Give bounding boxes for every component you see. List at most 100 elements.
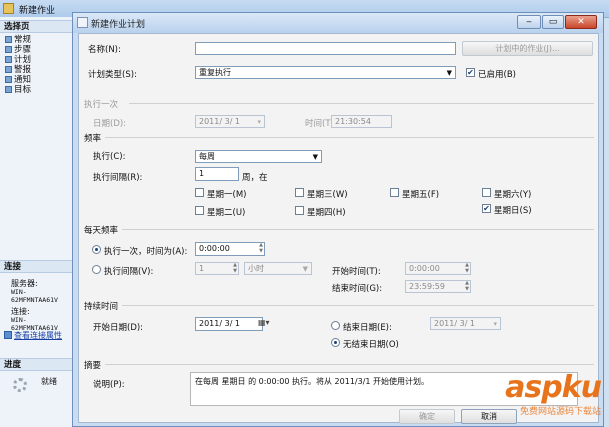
start-time-input[interactable]: 0:00:00: [405, 262, 471, 275]
schedule-type-select[interactable]: 重复执行 ▼: [195, 66, 456, 79]
ok-button[interactable]: 确定: [399, 409, 455, 424]
enabled-checkbox[interactable]: ✔: [466, 68, 475, 77]
occurs-every-unit-select[interactable]: 小时 ▼: [244, 262, 312, 275]
occurs-once-radio[interactable]: [92, 245, 101, 254]
recurs-every-label: 执行间隔(R):: [93, 173, 143, 183]
divider: [105, 364, 594, 365]
friday-checkbox[interactable]: [390, 188, 399, 197]
jobs-in-schedule-button[interactable]: 计划中的作业(J)...: [462, 41, 593, 56]
one-time-time-input[interactable]: 21:30:54: [331, 115, 392, 128]
wednesday-label: 星期三(W): [307, 190, 348, 200]
page-item-schedules[interactable]: 计划: [5, 55, 31, 65]
start-time-label: 开始时间(T):: [332, 267, 381, 277]
watermark-logo: aspku: [505, 370, 602, 405]
job-icon: [3, 3, 14, 14]
summary-header: 摘要: [84, 361, 102, 371]
end-time-input[interactable]: 23:59:59: [405, 280, 471, 293]
end-date-picker[interactable]: 2011/ 3/ 1 ▾: [430, 317, 501, 330]
occurs-label: 执行(C):: [93, 152, 126, 162]
schedule-type-label: 计划类型(S):: [88, 70, 137, 80]
server-value: WIN-62MFMNTAA61V: [11, 288, 58, 304]
close-button[interactable]: ✕: [565, 15, 597, 29]
enabled-label: 已启用(B): [478, 70, 516, 80]
page-item-alerts[interactable]: 警报: [5, 65, 31, 75]
tuesday-label: 星期二(U): [207, 208, 246, 218]
one-time-header: 执行一次: [84, 100, 119, 110]
minimize-button[interactable]: ‒: [517, 15, 541, 29]
dialog-body: 名称(N): 计划中的作业(J)... 计划类型(S): 重复执行 ▼ ✔ 已启用…: [78, 33, 599, 424]
end-date-label: 结束日期(E):: [343, 323, 392, 333]
wednesday-checkbox[interactable]: [295, 188, 304, 197]
no-end-date-label: 无结束日期(O): [343, 340, 399, 350]
spinner-icon[interactable]: ▲ ▼: [257, 242, 265, 255]
divider: [129, 103, 594, 104]
one-time-date-label: 日期(D):: [93, 119, 127, 129]
connection-header: 连接: [0, 260, 72, 273]
daily-frequency-header: 每天频率: [84, 226, 119, 236]
name-input[interactable]: [195, 42, 456, 55]
end-time-label: 结束时间(G):: [332, 284, 383, 294]
select-page-header: 选择页: [0, 20, 72, 33]
thursday-checkbox[interactable]: [295, 206, 304, 215]
recurs-every-input[interactable]: 1: [195, 167, 239, 181]
dialog-title: 新建作业计划: [91, 20, 146, 30]
page-icon: [5, 66, 12, 73]
spinner-icon[interactable]: ▲ ▼: [463, 262, 471, 275]
occurs-every-radio[interactable]: [92, 265, 101, 274]
tuesday-checkbox[interactable]: [195, 206, 204, 215]
spinner-icon[interactable]: ▲ ▼: [463, 280, 471, 293]
start-date-label: 开始日期(D):: [93, 323, 144, 333]
occurs-once-time-input[interactable]: 0:00:00: [195, 242, 265, 256]
divider: [122, 229, 594, 230]
end-date-radio[interactable]: [331, 321, 340, 330]
occurs-select[interactable]: 每周 ▼: [195, 150, 322, 163]
chevron-down-icon: ▼: [446, 69, 452, 77]
divider: [105, 137, 594, 138]
maximize-button[interactable]: ▭: [542, 15, 564, 29]
start-date-picker[interactable]: 2011/ 3/ 1: [195, 317, 263, 331]
name-label: 名称(N):: [88, 45, 121, 55]
calendar-dropdown-icon: ▾: [257, 118, 261, 126]
monday-checkbox[interactable]: [195, 188, 204, 197]
dialog-title-bar: 新建作业计划 ‒ ▭ ✕: [73, 13, 603, 33]
page-item-general[interactable]: 常规: [5, 35, 31, 45]
chevron-down-icon: ▼: [312, 153, 318, 161]
saturday-label: 星期六(Y): [494, 190, 532, 200]
connection-properties-icon: [4, 331, 12, 339]
page-icon: [5, 36, 12, 43]
no-end-date-radio[interactable]: [331, 338, 340, 347]
recurs-unit-label: 周，在: [242, 173, 268, 183]
background-window-title: 新建作业: [19, 6, 56, 16]
page-item-targets[interactable]: 目标: [5, 85, 31, 95]
watermark-tagline: 免费网站源码下载站: [519, 407, 601, 417]
progress-header: 进度: [0, 358, 72, 371]
frequency-header: 频率: [84, 134, 102, 144]
sunday-checkbox[interactable]: ✔: [482, 204, 491, 213]
description-label: 说明(P):: [93, 380, 125, 390]
thursday-label: 星期四(H): [307, 208, 346, 218]
page-icon: [5, 86, 12, 93]
friday-label: 星期五(F): [402, 190, 440, 200]
saturday-checkbox[interactable]: [482, 188, 491, 197]
occurs-every-label: 执行间隔(V):: [104, 267, 154, 277]
page-item-notifications[interactable]: 通知: [5, 75, 31, 85]
page-icon: [5, 46, 12, 53]
duration-header: 持续时间: [84, 302, 119, 312]
new-schedule-dialog: 新建作业计划 ‒ ▭ ✕ 名称(N): 计划中的作业(J)... 计划类型(S)…: [72, 12, 604, 427]
progress-status: 就绪: [41, 377, 57, 386]
progress-spinner-icon: [13, 378, 27, 392]
calendar-dropdown-icon[interactable]: ▦▾: [258, 318, 270, 327]
view-connection-properties-link[interactable]: 查看连接属性: [14, 330, 62, 341]
page-icon: [5, 76, 12, 83]
cancel-button[interactable]: 取消: [461, 409, 517, 424]
one-time-date-picker[interactable]: 2011/ 3/ 1 ▾: [195, 115, 265, 128]
occurs-once-label: 执行一次，时间为(A):: [104, 247, 188, 257]
sunday-label: 星期日(S): [494, 206, 532, 216]
chevron-down-icon: ▼: [302, 265, 308, 273]
page-icon: [5, 56, 12, 63]
spinner-icon[interactable]: ▲ ▼: [231, 262, 239, 275]
page-item-steps[interactable]: 步骤: [5, 45, 31, 55]
select-page-panel: 选择页 常规 步骤 计划 警报 通知 目标 连接 服务器: WIN-62MFMN…: [0, 17, 73, 427]
dialog-icon: [77, 17, 88, 28]
calendar-dropdown-icon: ▾: [493, 320, 497, 328]
